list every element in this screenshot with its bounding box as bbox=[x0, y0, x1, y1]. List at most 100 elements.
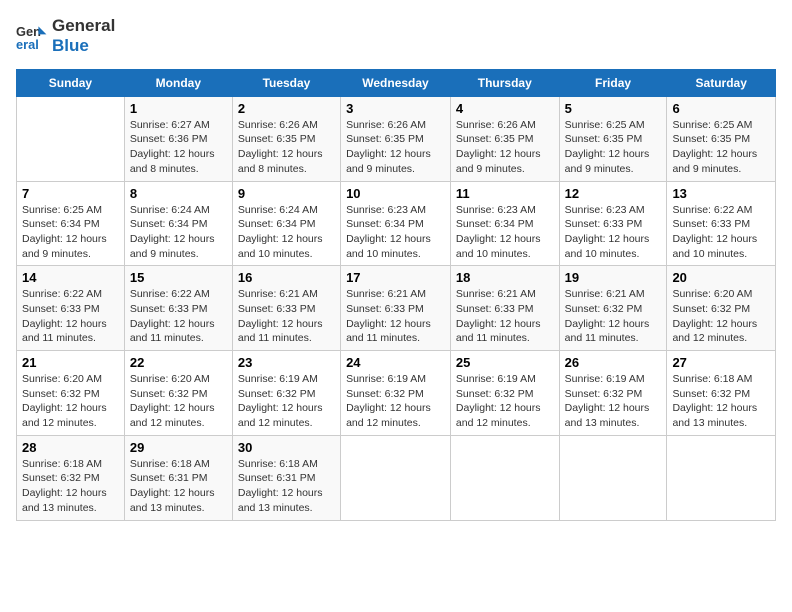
day-info: Sunrise: 6:20 AMSunset: 6:32 PMDaylight:… bbox=[22, 372, 119, 431]
calendar-cell: 18 Sunrise: 6:21 AMSunset: 6:33 PMDaylig… bbox=[450, 266, 559, 351]
week-row-4: 21 Sunrise: 6:20 AMSunset: 6:32 PMDaylig… bbox=[17, 351, 776, 436]
day-number: 18 bbox=[456, 270, 554, 285]
day-number: 8 bbox=[130, 186, 227, 201]
day-info: Sunrise: 6:20 AMSunset: 6:32 PMDaylight:… bbox=[672, 287, 770, 346]
day-info: Sunrise: 6:21 AMSunset: 6:33 PMDaylight:… bbox=[346, 287, 445, 346]
day-number: 6 bbox=[672, 101, 770, 116]
day-info: Sunrise: 6:19 AMSunset: 6:32 PMDaylight:… bbox=[238, 372, 335, 431]
calendar-cell bbox=[450, 435, 559, 520]
svg-text:eral: eral bbox=[16, 37, 39, 52]
day-info: Sunrise: 6:25 AMSunset: 6:35 PMDaylight:… bbox=[672, 118, 770, 177]
calendar-cell: 4 Sunrise: 6:26 AMSunset: 6:35 PMDayligh… bbox=[450, 96, 559, 181]
calendar-cell: 21 Sunrise: 6:20 AMSunset: 6:32 PMDaylig… bbox=[17, 351, 125, 436]
day-info: Sunrise: 6:18 AMSunset: 6:32 PMDaylight:… bbox=[22, 457, 119, 516]
day-info: Sunrise: 6:26 AMSunset: 6:35 PMDaylight:… bbox=[238, 118, 335, 177]
day-info: Sunrise: 6:27 AMSunset: 6:36 PMDaylight:… bbox=[130, 118, 227, 177]
day-info: Sunrise: 6:24 AMSunset: 6:34 PMDaylight:… bbox=[238, 203, 335, 262]
day-info: Sunrise: 6:21 AMSunset: 6:32 PMDaylight:… bbox=[565, 287, 662, 346]
calendar-cell: 9 Sunrise: 6:24 AMSunset: 6:34 PMDayligh… bbox=[232, 181, 340, 266]
week-row-3: 14 Sunrise: 6:22 AMSunset: 6:33 PMDaylig… bbox=[17, 266, 776, 351]
calendar-cell: 24 Sunrise: 6:19 AMSunset: 6:32 PMDaylig… bbox=[341, 351, 451, 436]
day-info: Sunrise: 6:24 AMSunset: 6:34 PMDaylight:… bbox=[130, 203, 227, 262]
day-info: Sunrise: 6:25 AMSunset: 6:35 PMDaylight:… bbox=[565, 118, 662, 177]
day-number: 29 bbox=[130, 440, 227, 455]
day-number: 11 bbox=[456, 186, 554, 201]
logo: Gen eral General Blue bbox=[16, 16, 115, 57]
day-number: 1 bbox=[130, 101, 227, 116]
day-number: 16 bbox=[238, 270, 335, 285]
day-header-monday: Monday bbox=[124, 69, 232, 96]
day-number: 13 bbox=[672, 186, 770, 201]
day-number: 17 bbox=[346, 270, 445, 285]
day-header-friday: Friday bbox=[559, 69, 667, 96]
logo-icon: Gen eral bbox=[16, 20, 48, 52]
calendar-cell: 2 Sunrise: 6:26 AMSunset: 6:35 PMDayligh… bbox=[232, 96, 340, 181]
day-info: Sunrise: 6:21 AMSunset: 6:33 PMDaylight:… bbox=[456, 287, 554, 346]
calendar-cell bbox=[667, 435, 776, 520]
day-number: 14 bbox=[22, 270, 119, 285]
day-info: Sunrise: 6:25 AMSunset: 6:34 PMDaylight:… bbox=[22, 203, 119, 262]
header-row: SundayMondayTuesdayWednesdayThursdayFrid… bbox=[17, 69, 776, 96]
day-number: 25 bbox=[456, 355, 554, 370]
day-info: Sunrise: 6:22 AMSunset: 6:33 PMDaylight:… bbox=[672, 203, 770, 262]
day-info: Sunrise: 6:18 AMSunset: 6:32 PMDaylight:… bbox=[672, 372, 770, 431]
week-row-2: 7 Sunrise: 6:25 AMSunset: 6:34 PMDayligh… bbox=[17, 181, 776, 266]
day-number: 27 bbox=[672, 355, 770, 370]
day-number: 26 bbox=[565, 355, 662, 370]
calendar-cell bbox=[341, 435, 451, 520]
day-info: Sunrise: 6:19 AMSunset: 6:32 PMDaylight:… bbox=[565, 372, 662, 431]
calendar-cell: 7 Sunrise: 6:25 AMSunset: 6:34 PMDayligh… bbox=[17, 181, 125, 266]
day-number: 21 bbox=[22, 355, 119, 370]
logo-text: General bbox=[52, 16, 115, 36]
calendar-cell: 29 Sunrise: 6:18 AMSunset: 6:31 PMDaylig… bbox=[124, 435, 232, 520]
day-number: 3 bbox=[346, 101, 445, 116]
calendar-cell: 5 Sunrise: 6:25 AMSunset: 6:35 PMDayligh… bbox=[559, 96, 667, 181]
calendar-cell: 30 Sunrise: 6:18 AMSunset: 6:31 PMDaylig… bbox=[232, 435, 340, 520]
calendar-cell: 12 Sunrise: 6:23 AMSunset: 6:33 PMDaylig… bbox=[559, 181, 667, 266]
day-number: 20 bbox=[672, 270, 770, 285]
day-info: Sunrise: 6:26 AMSunset: 6:35 PMDaylight:… bbox=[346, 118, 445, 177]
day-header-saturday: Saturday bbox=[667, 69, 776, 96]
day-number: 15 bbox=[130, 270, 227, 285]
calendar-cell: 3 Sunrise: 6:26 AMSunset: 6:35 PMDayligh… bbox=[341, 96, 451, 181]
day-info: Sunrise: 6:18 AMSunset: 6:31 PMDaylight:… bbox=[238, 457, 335, 516]
day-header-sunday: Sunday bbox=[17, 69, 125, 96]
day-info: Sunrise: 6:22 AMSunset: 6:33 PMDaylight:… bbox=[22, 287, 119, 346]
day-header-wednesday: Wednesday bbox=[341, 69, 451, 96]
calendar-table: SundayMondayTuesdayWednesdayThursdayFrid… bbox=[16, 69, 776, 521]
calendar-cell: 22 Sunrise: 6:20 AMSunset: 6:32 PMDaylig… bbox=[124, 351, 232, 436]
day-info: Sunrise: 6:21 AMSunset: 6:33 PMDaylight:… bbox=[238, 287, 335, 346]
calendar-cell: 17 Sunrise: 6:21 AMSunset: 6:33 PMDaylig… bbox=[341, 266, 451, 351]
week-row-1: 1 Sunrise: 6:27 AMSunset: 6:36 PMDayligh… bbox=[17, 96, 776, 181]
calendar-cell: 10 Sunrise: 6:23 AMSunset: 6:34 PMDaylig… bbox=[341, 181, 451, 266]
day-info: Sunrise: 6:23 AMSunset: 6:33 PMDaylight:… bbox=[565, 203, 662, 262]
calendar-cell: 19 Sunrise: 6:21 AMSunset: 6:32 PMDaylig… bbox=[559, 266, 667, 351]
day-number: 24 bbox=[346, 355, 445, 370]
calendar-cell: 26 Sunrise: 6:19 AMSunset: 6:32 PMDaylig… bbox=[559, 351, 667, 436]
logo-blue: Blue bbox=[52, 36, 115, 56]
day-number: 5 bbox=[565, 101, 662, 116]
day-info: Sunrise: 6:20 AMSunset: 6:32 PMDaylight:… bbox=[130, 372, 227, 431]
day-number: 28 bbox=[22, 440, 119, 455]
day-info: Sunrise: 6:23 AMSunset: 6:34 PMDaylight:… bbox=[456, 203, 554, 262]
calendar-cell: 11 Sunrise: 6:23 AMSunset: 6:34 PMDaylig… bbox=[450, 181, 559, 266]
day-number: 23 bbox=[238, 355, 335, 370]
week-row-5: 28 Sunrise: 6:18 AMSunset: 6:32 PMDaylig… bbox=[17, 435, 776, 520]
day-info: Sunrise: 6:19 AMSunset: 6:32 PMDaylight:… bbox=[456, 372, 554, 431]
calendar-cell: 20 Sunrise: 6:20 AMSunset: 6:32 PMDaylig… bbox=[667, 266, 776, 351]
day-header-tuesday: Tuesday bbox=[232, 69, 340, 96]
calendar-cell: 25 Sunrise: 6:19 AMSunset: 6:32 PMDaylig… bbox=[450, 351, 559, 436]
calendar-cell bbox=[559, 435, 667, 520]
calendar-cell: 28 Sunrise: 6:18 AMSunset: 6:32 PMDaylig… bbox=[17, 435, 125, 520]
calendar-cell: 15 Sunrise: 6:22 AMSunset: 6:33 PMDaylig… bbox=[124, 266, 232, 351]
calendar-cell: 14 Sunrise: 6:22 AMSunset: 6:33 PMDaylig… bbox=[17, 266, 125, 351]
day-info: Sunrise: 6:22 AMSunset: 6:33 PMDaylight:… bbox=[130, 287, 227, 346]
day-number: 2 bbox=[238, 101, 335, 116]
calendar-cell: 8 Sunrise: 6:24 AMSunset: 6:34 PMDayligh… bbox=[124, 181, 232, 266]
day-number: 22 bbox=[130, 355, 227, 370]
day-number: 4 bbox=[456, 101, 554, 116]
calendar-cell: 23 Sunrise: 6:19 AMSunset: 6:32 PMDaylig… bbox=[232, 351, 340, 436]
day-info: Sunrise: 6:18 AMSunset: 6:31 PMDaylight:… bbox=[130, 457, 227, 516]
day-info: Sunrise: 6:26 AMSunset: 6:35 PMDaylight:… bbox=[456, 118, 554, 177]
day-number: 10 bbox=[346, 186, 445, 201]
